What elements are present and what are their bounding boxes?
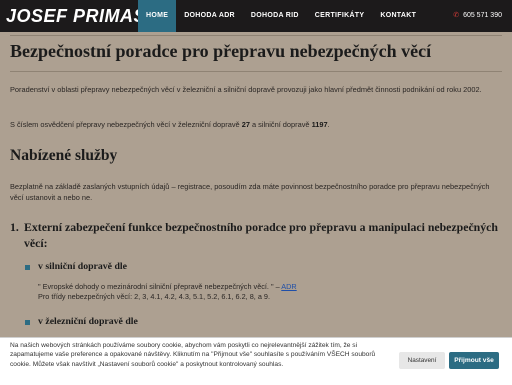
services-heading: Nabízené služby: [10, 147, 118, 164]
cert-text-3: .: [327, 120, 330, 129]
square-bullet-icon: [25, 265, 30, 270]
cert-number-rail: 27: [241, 120, 250, 129]
cert-number-road: 1197: [311, 120, 328, 129]
phone-icon: ✆: [453, 12, 460, 19]
phone-number: 605 571 390: [463, 12, 502, 19]
main-content: Bezpečnostní poradce pro přepravu nebezp…: [0, 32, 512, 384]
cookie-message: Na našich webových stránkách používáme s…: [10, 342, 376, 368]
cert-text-2: a silniční dopravě: [249, 120, 312, 129]
cookie-banner: Na našich webových stránkách používáme s…: [0, 337, 512, 385]
site-logo[interactable]: JOSEF PRIMAS: [6, 6, 146, 27]
main-nav: HOME DOHODA ADR DOHODA RID CERTIFIKÁTY K…: [138, 0, 424, 32]
accept-all-button[interactable]: Přijmout vše: [449, 352, 499, 369]
rail-transport-heading: v železniční dopravě dle: [38, 316, 138, 327]
road-transport-classes: Pro třídy nebezpečných věcí: 2, 3, 4.1, …: [38, 292, 271, 301]
page-title: Bezpečnostní poradce pro přepravu nebezp…: [10, 41, 432, 61]
divider-title: [10, 71, 502, 72]
certificate-paragraph: S číslem osvědčení přepravy nebezpečných…: [10, 119, 502, 130]
nav-certifikaty[interactable]: CERTIFIKÁTY: [307, 0, 373, 32]
phone-link[interactable]: ✆ 605 571 390: [453, 0, 502, 32]
nav-home[interactable]: HOME: [138, 0, 177, 32]
service-item-number: 1.: [10, 220, 19, 234]
services-intro: Bezplatně na základě zaslaných vstupních…: [10, 182, 490, 202]
nav-kontakt[interactable]: KONTAKT: [372, 0, 424, 32]
cookie-settings-button[interactable]: Nastavení: [399, 352, 445, 369]
divider-top: [10, 35, 502, 36]
service-item-title: Externí zabezpečení funkce bezpečnostníh…: [24, 220, 498, 250]
site-header: JOSEF PRIMAS HOME DOHODA ADR DOHODA RID …: [0, 0, 512, 32]
nav-dohoda-rid[interactable]: DOHODA RID: [243, 0, 307, 32]
road-quote-text: " Evropské dohody o mezinárodní silniční…: [38, 282, 282, 291]
cert-text-1: S číslem osvědčení přepravy nebezpečných…: [10, 120, 242, 129]
intro-paragraph: Poradenství v oblasti přepravy nebezpečn…: [10, 85, 482, 94]
square-bullet-icon: [25, 320, 30, 325]
adr-link[interactable]: ADR: [281, 282, 296, 291]
road-transport-heading: v silniční dopravě dle: [38, 261, 127, 272]
nav-dohoda-adr[interactable]: DOHODA ADR: [176, 0, 243, 32]
